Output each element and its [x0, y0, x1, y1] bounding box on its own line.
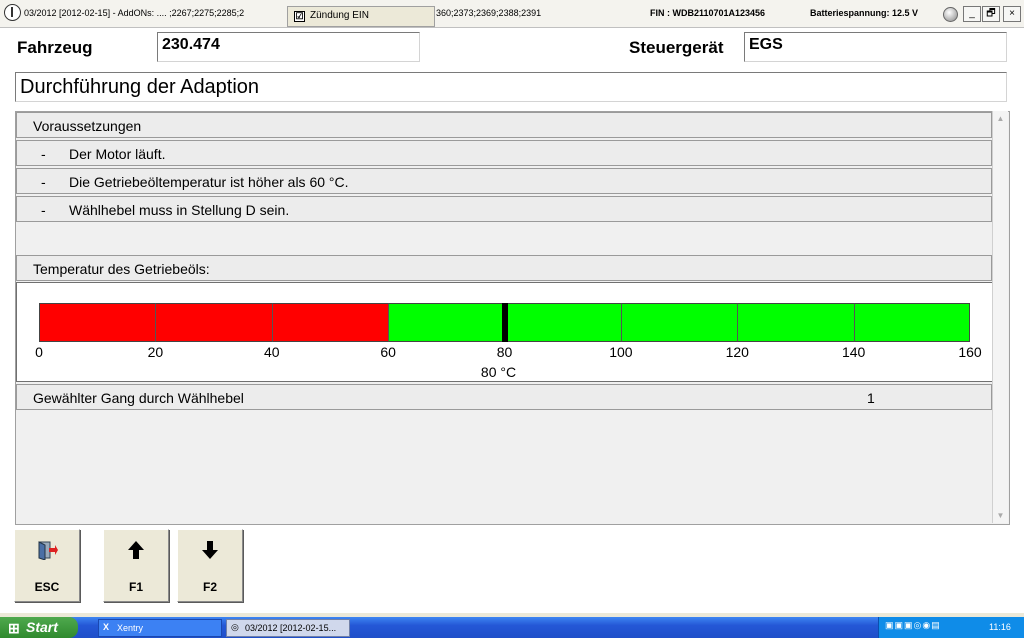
- window-title-continued: 360;2373;2369;2388;2391: [436, 8, 542, 18]
- window-title: 03/2012 [2012-02-15] - AddONs: .... ;226…: [24, 8, 245, 18]
- oil-temp-label: Temperatur des Getriebeöls:: [33, 261, 210, 277]
- list-item-text: Die Getriebeöltemperatur ist höher als 6…: [69, 174, 349, 190]
- gauge-tick-label: 100: [609, 344, 633, 360]
- title-bar: 03/2012 [2012-02-15] - AddONs: .... ;226…: [0, 0, 1024, 28]
- door-exit-icon: [15, 540, 79, 565]
- list-item: - Die Getriebeöltemperatur ist höher als…: [16, 168, 992, 194]
- restore-button[interactable]: 🗗: [982, 6, 1000, 22]
- prerequisites-heading-text: Voraussetzungen: [33, 118, 142, 134]
- arrow-down-icon: [178, 540, 242, 565]
- ecu-label: Steuergerät: [629, 38, 724, 57]
- f1-label: F1: [128, 580, 143, 594]
- gauge-tick-label: 160: [958, 344, 982, 360]
- vehicle-label: Fahrzeug: [17, 38, 93, 57]
- list-item: - Wählhebel muss in Stellung D sein.: [16, 196, 992, 222]
- f1-button[interactable]: F1: [103, 529, 169, 602]
- gauge-value-text: 80 °C: [480, 364, 517, 380]
- gear-label: Gewählter Gang durch Wählhebel: [33, 390, 244, 406]
- close-button[interactable]: ×: [1003, 6, 1021, 22]
- taskbar-item-xentry-window[interactable]: ◎ 03/2012 [2012-02-15...: [226, 619, 350, 637]
- oil-temp-heading: Temperatur des Getriebeöls:: [16, 255, 992, 281]
- start-label: Start: [26, 619, 58, 635]
- ignition-label: Zündung EIN: [310, 10, 369, 21]
- list-item-dash: -: [41, 174, 46, 190]
- mercedes-star-icon: [4, 4, 21, 21]
- ignition-checkbox[interactable]: ☑: [294, 11, 305, 22]
- gauge-tick-label: 20: [147, 344, 164, 360]
- scroll-down-icon[interactable]: ▼: [994, 509, 1007, 522]
- list-item-text: Der Motor läuft.: [69, 146, 166, 162]
- list-item-dash: -: [41, 146, 46, 162]
- gauge-tick-label: 140: [841, 344, 866, 360]
- gauge-tick-label: 80: [496, 344, 513, 360]
- scroll-up-icon[interactable]: ▲: [994, 112, 1007, 125]
- ecu-field: EGS: [744, 32, 1007, 62]
- gauge-tick-label: 60: [380, 344, 396, 360]
- list-item-dash: -: [41, 202, 46, 218]
- gauge-tick-label: 40: [263, 344, 280, 360]
- list-item: - Der Motor läuft.: [16, 140, 992, 166]
- vehicle-field: 230.474: [157, 32, 420, 62]
- gauge-tick-label: 120: [725, 344, 749, 360]
- system-tray: ▣▣▣◎◉▤ 11:16: [878, 617, 1024, 638]
- taskbar-item-label: Xentry: [117, 623, 144, 633]
- oil-temp-gauge: 0 20 40 60 80 100 120 140 160 80 °C: [16, 282, 993, 382]
- page-title: Durchführung der Adaption: [15, 72, 1007, 102]
- gear-row: Gewählter Gang durch Wählhebel 1: [16, 384, 992, 410]
- arrow-up-icon: [104, 540, 168, 565]
- start-button[interactable]: ⊞ Start: [0, 617, 78, 638]
- xentry-icon: X: [103, 622, 110, 632]
- gauge-tick-label: 0: [35, 344, 43, 360]
- f2-label: F2: [202, 580, 217, 594]
- windows-flag-icon: ⊞: [8, 620, 20, 636]
- minimize-button[interactable]: _: [963, 6, 981, 22]
- gear-value: 1: [867, 390, 875, 406]
- ignition-toggle[interactable]: ☑ Zündung EIN: [287, 6, 435, 27]
- taskbar-item-xentry[interactable]: X Xentry: [98, 619, 222, 637]
- taskbar-item-label: 03/2012 [2012-02-15...: [245, 623, 337, 633]
- list-item-text: Wählhebel muss in Stellung D sein.: [69, 202, 290, 218]
- esc-label: ESC: [34, 580, 60, 594]
- tray-icons[interactable]: ▣▣▣◎◉▤: [885, 620, 941, 631]
- mercedes-star-icon: ◎: [231, 622, 239, 632]
- esc-button[interactable]: ESC: [14, 529, 80, 602]
- fin-label: FIN : WDB2110701A123456: [650, 8, 766, 18]
- battery-voltage: Batteriespannung: 12.5 V: [810, 8, 919, 18]
- clock: 11:16: [989, 622, 1011, 632]
- f2-button[interactable]: F2: [177, 529, 243, 602]
- status-indicator-icon: [943, 7, 958, 22]
- vertical-scrollbar[interactable]: ▲ ▼: [992, 111, 1008, 523]
- prerequisites-heading: Voraussetzungen: [16, 112, 992, 138]
